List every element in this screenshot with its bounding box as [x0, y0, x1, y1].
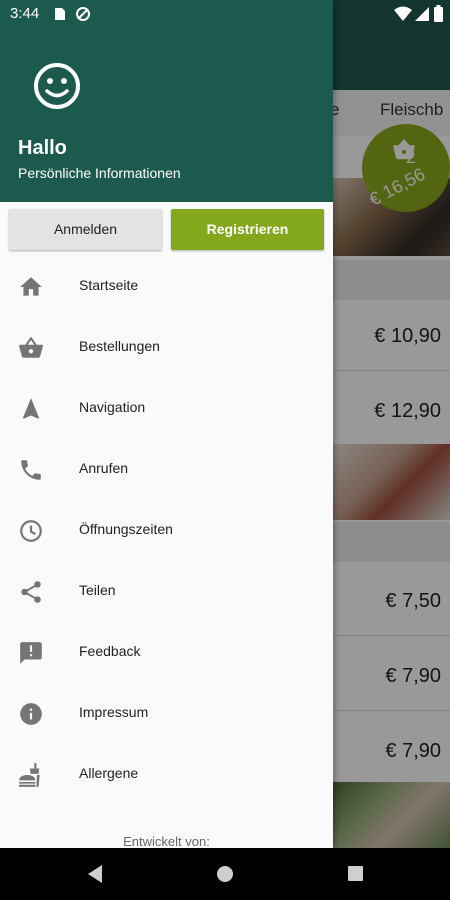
menu-item-label: Startseite	[79, 277, 139, 293]
home-button-icon[interactable]	[215, 864, 235, 884]
fastfood-icon	[19, 763, 40, 787]
menu-item-label: Bestellungen	[79, 338, 160, 354]
register-button[interactable]: Registrieren	[171, 209, 324, 250]
status-bar: 3:44	[0, 0, 450, 28]
menu-item-navigation[interactable]: Navigation	[0, 378, 333, 439]
menu-item-feedback[interactable]: Feedback	[0, 622, 333, 683]
menu-item-label: Teilen	[79, 582, 116, 598]
menu-item-impressum[interactable]: Impressum	[0, 683, 333, 744]
battery-icon	[434, 5, 443, 22]
menu-item-startseite[interactable]: Startseite	[0, 256, 333, 317]
menu-item-oeffnungszeiten[interactable]: Öffnungszeiten	[0, 500, 333, 561]
feedback-icon	[20, 642, 42, 664]
developer-credit: Entwickelt von:	[123, 834, 210, 848]
signal-icon	[415, 7, 429, 21]
home-icon	[20, 277, 42, 296]
data-saver-icon	[76, 7, 90, 21]
system-nav-bar	[0, 848, 450, 900]
menu-item-label: Anrufen	[79, 460, 129, 476]
navigation-icon	[22, 398, 40, 419]
sim-icon	[55, 8, 65, 20]
profile-link[interactable]: Persönliche Informationen	[18, 165, 181, 181]
menu-item-label: Öffnungszeiten	[79, 521, 173, 537]
back-icon[interactable]	[86, 864, 104, 884]
menu-item-anrufen[interactable]: Anrufen	[0, 439, 333, 500]
share-icon	[21, 581, 41, 603]
menu-item-label: Navigation	[79, 399, 146, 415]
greeting-title: Hallo	[18, 137, 67, 159]
phone-icon	[21, 460, 41, 480]
menu-item-teilen[interactable]: Teilen	[0, 561, 333, 622]
login-button[interactable]: Anmelden	[9, 209, 162, 250]
basket-icon	[19, 337, 43, 358]
navigation-drawer: Hallo Persönliche Informationen Anmelden…	[0, 0, 333, 848]
smiley-icon	[34, 63, 80, 109]
info-icon	[20, 703, 42, 725]
menu-item-label: Allergene	[79, 765, 139, 781]
menu-item-bestellungen[interactable]: Bestellungen	[0, 317, 333, 378]
wifi-icon	[394, 6, 412, 21]
menu-item-label: Feedback	[79, 643, 141, 659]
menu-item-allergene[interactable]: Allergene	[0, 744, 333, 805]
status-time: 3:44	[10, 5, 40, 22]
menu-item-label: Impressum	[79, 704, 149, 720]
recents-icon[interactable]	[347, 865, 364, 882]
clock-icon	[20, 520, 42, 542]
drawer-header: Hallo Persönliche Informationen	[0, 0, 333, 202]
